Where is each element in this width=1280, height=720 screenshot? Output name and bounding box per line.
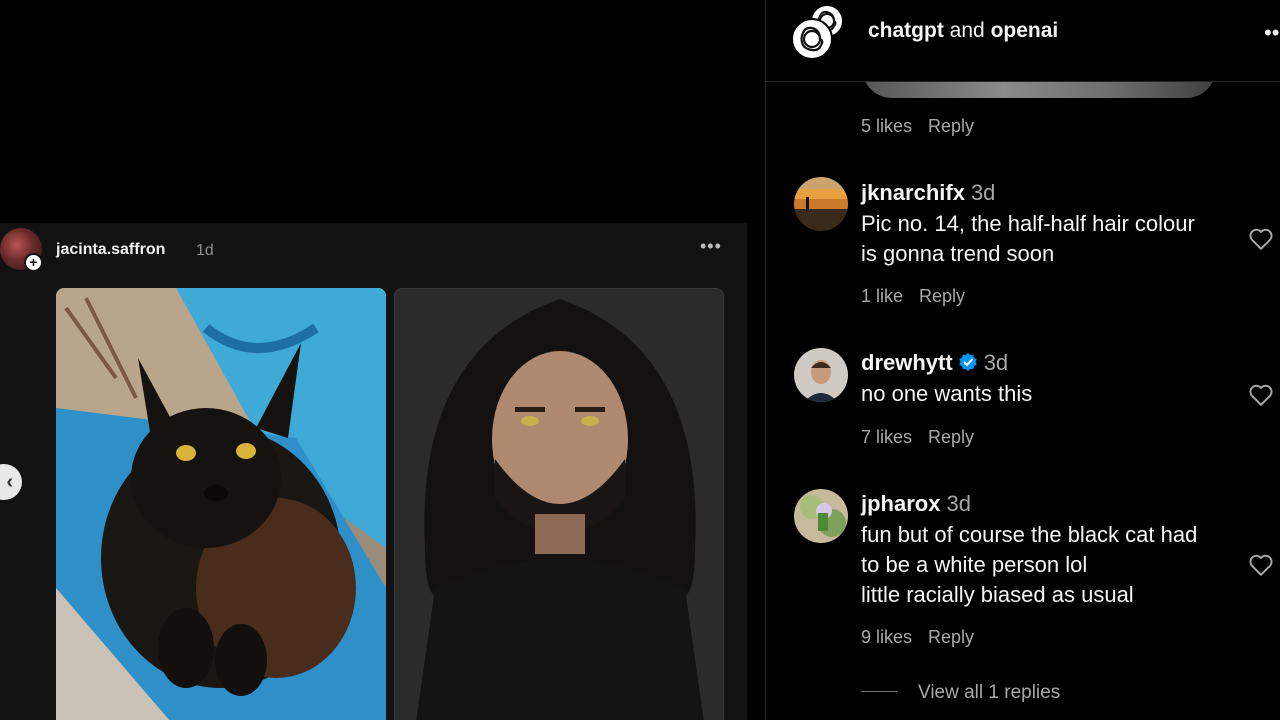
more-horizontal-icon[interactable]: •• bbox=[1264, 20, 1279, 46]
reply-button[interactable]: Reply bbox=[928, 116, 974, 136]
likes-count[interactable]: 7 likes bbox=[861, 427, 912, 447]
comment-time: 3d bbox=[970, 180, 996, 205]
comments-panel: chatgpt and openai •• 5 likes Reply jknar… bbox=[765, 0, 1280, 720]
likes-count[interactable]: 5 likes bbox=[861, 116, 912, 136]
post-authors[interactable]: chatgpt and openai bbox=[868, 19, 1058, 43]
comment-username[interactable]: drewhytt bbox=[861, 350, 953, 375]
panel-header: chatgpt and openai •• bbox=[766, 0, 1280, 82]
portrait-photo bbox=[394, 288, 724, 720]
view-replies-button[interactable]: View all 1 replies bbox=[918, 682, 1060, 704]
follow-plus-icon[interactable]: + bbox=[24, 253, 43, 272]
comment-line: no one wants this bbox=[861, 381, 1033, 406]
verified-badge-icon bbox=[958, 353, 977, 371]
cat-photo bbox=[56, 288, 386, 720]
comment-line: is gonna trend soon bbox=[861, 241, 1055, 266]
post-timestamp: 1d bbox=[196, 242, 214, 259]
more-horizontal-icon[interactable]: ••• bbox=[700, 236, 722, 257]
comment-line: Pic no. 14, the half-half hair colour bbox=[861, 211, 1195, 236]
comment-text: Pic no. 14, the half-half hair colour is… bbox=[861, 209, 1241, 269]
media-area: + jacinta.saffron 1d ••• ‹ bbox=[0, 0, 765, 720]
comment-username[interactable]: jknarchifx bbox=[861, 180, 965, 205]
reply-button[interactable]: Reply bbox=[928, 627, 974, 647]
comment-meta: 9 likes Reply bbox=[861, 627, 974, 648]
comment-header: jpharox 3d bbox=[861, 491, 971, 517]
comment-text: fun but of course the black cat had to b… bbox=[861, 520, 1241, 610]
heart-icon[interactable] bbox=[1248, 552, 1274, 578]
comment-meta: 7 likes Reply bbox=[861, 427, 974, 448]
avatar[interactable] bbox=[794, 177, 848, 231]
author-chatgpt[interactable]: chatgpt bbox=[868, 19, 944, 42]
comment-line: fun but of course the black cat had bbox=[861, 522, 1198, 547]
likes-count[interactable]: 9 likes bbox=[861, 627, 912, 647]
comment-time: 3d bbox=[983, 350, 1009, 375]
comment-header: jknarchifx 3d bbox=[861, 180, 995, 206]
comment-username[interactable]: jpharox bbox=[861, 491, 940, 516]
chatgpt-logo-icon[interactable] bbox=[791, 18, 833, 60]
heart-icon[interactable] bbox=[1248, 226, 1274, 252]
comment-line: to be a white person lol bbox=[861, 552, 1088, 577]
comment-header: drewhytt 3d bbox=[861, 350, 1008, 376]
author-openai[interactable]: openai bbox=[991, 19, 1059, 42]
replies-divider bbox=[861, 691, 897, 692]
comment-meta: 1 like Reply bbox=[861, 286, 965, 307]
top-comment-meta: 5 likes Reply bbox=[861, 116, 974, 137]
comment-text: no one wants this bbox=[861, 379, 1241, 409]
likes-count[interactable]: 1 like bbox=[861, 286, 903, 306]
post-author-username[interactable]: jacinta.saffron bbox=[56, 241, 165, 259]
comment-line: little racially biased as usual bbox=[861, 582, 1134, 607]
reply-button[interactable]: Reply bbox=[928, 427, 974, 447]
authors-joiner: and bbox=[949, 19, 985, 42]
avatar[interactable] bbox=[794, 348, 848, 402]
comment-time: 3d bbox=[946, 491, 971, 516]
reply-button[interactable]: Reply bbox=[919, 286, 965, 306]
avatar[interactable] bbox=[794, 489, 848, 543]
heart-icon[interactable] bbox=[1248, 382, 1274, 408]
